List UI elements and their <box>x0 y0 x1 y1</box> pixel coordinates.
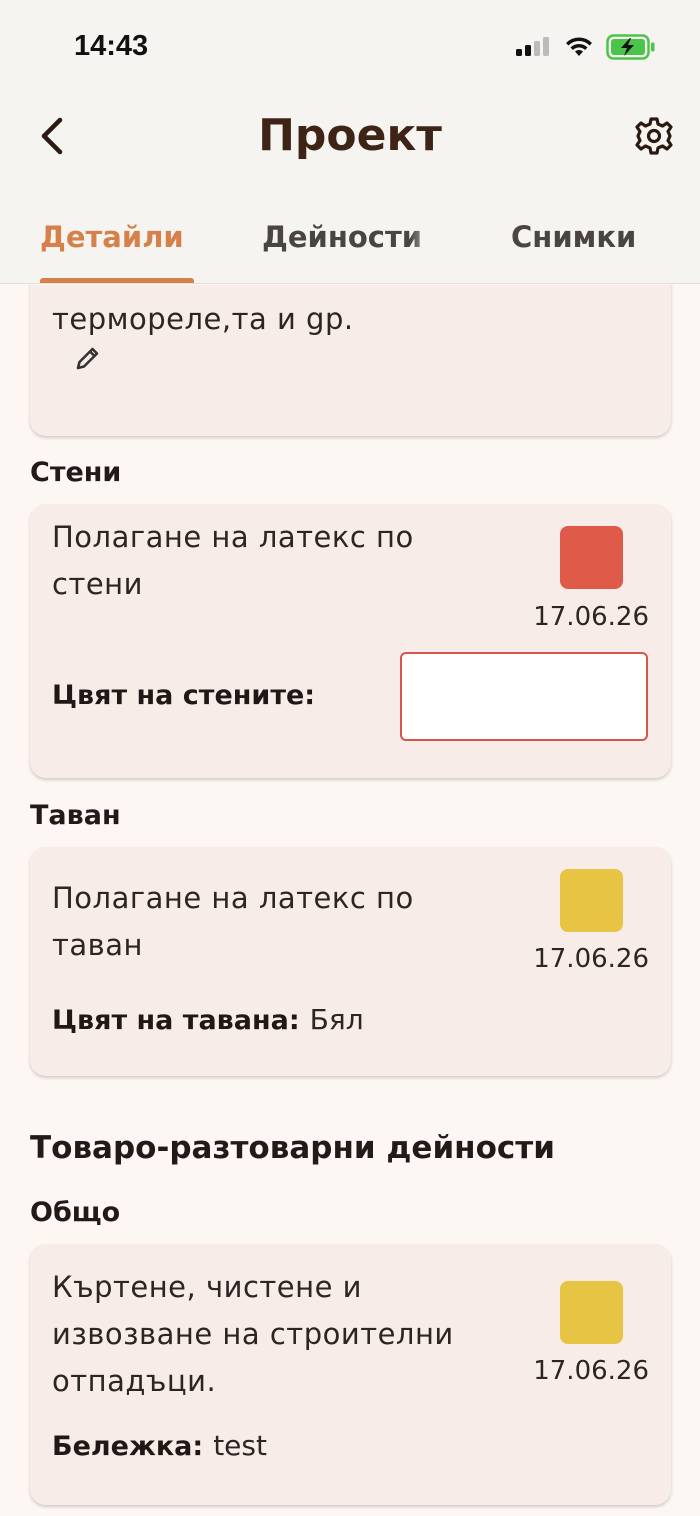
status-icons <box>516 34 656 60</box>
task-line: Къртене, чистене и <box>52 1270 362 1304</box>
ceiling-color-label: Цвят на тавана: <box>52 1005 300 1036</box>
status-bar: 14:43 <box>0 0 700 92</box>
note-row: Бележка: test <box>52 1429 267 1462</box>
wifi-icon <box>566 37 592 56</box>
status-indicator-yellow <box>560 869 623 932</box>
edit-description-button[interactable] <box>74 344 102 372</box>
signal-icon <box>516 37 549 56</box>
wall-color-label: Цвят на стените: <box>52 680 316 711</box>
task-line: таван <box>52 928 143 962</box>
tab-activities[interactable]: Дейности <box>262 220 422 284</box>
ceiling-color-row: Цвят на тавана: Бял <box>52 1003 364 1036</box>
task-card-general[interactable]: Къртене, чистене и извозване на строител… <box>30 1244 671 1505</box>
description-text: термореле,та и gр. <box>52 302 354 336</box>
tab-overflow-fade <box>410 200 450 283</box>
wall-color-input[interactable] <box>400 652 648 741</box>
wall-color-row: Цвят на стените: <box>52 680 315 711</box>
battery-charging-icon <box>606 34 655 60</box>
page-title: Проект <box>258 110 442 161</box>
tab-bar: Детайли Дейности Снимки <box>0 200 700 284</box>
task-date: 17.06.26 <box>533 1356 649 1386</box>
tab-photos[interactable]: Снимки <box>511 220 636 284</box>
task-text-ceiling: Полагане на латекс по таван <box>52 875 414 969</box>
task-text-general: Къртене, чистене и извозване на строител… <box>52 1264 454 1405</box>
section-label-general: Общо <box>30 1197 121 1228</box>
task-date: 17.06.26 <box>533 602 649 632</box>
task-card-walls[interactable]: Полагане на латекс по стени 17.06.26 Цвя… <box>30 504 671 778</box>
task-line: извозване на строителни <box>52 1317 454 1351</box>
tab-details[interactable]: Детайли <box>40 220 184 284</box>
status-time: 14:43 <box>74 30 149 62</box>
task-line: стени <box>52 567 143 601</box>
section-label-ceiling: Таван <box>30 800 121 831</box>
details-scroll-area[interactable]: термореле,та и gр. Стени Полагане на лат… <box>0 285 700 1516</box>
pencil-icon <box>76 347 99 370</box>
task-line: отпадъци. <box>52 1364 217 1398</box>
ceiling-color-value: Бял <box>309 1003 364 1036</box>
task-date: 17.06.26 <box>533 944 649 974</box>
settings-button[interactable] <box>634 116 674 156</box>
group-heading: Товаро-разтоварни дейности <box>30 1130 555 1166</box>
description-card: термореле,та и gр. <box>30 285 671 436</box>
task-line: Полагане на латекс по <box>52 881 414 915</box>
task-text-walls: Полагане на латекс по стени <box>52 514 414 608</box>
note-label: Бележка: <box>52 1431 204 1462</box>
active-tab-indicator <box>40 278 194 283</box>
note-value: test <box>213 1429 267 1462</box>
app-bar: Проект <box>0 92 700 200</box>
task-card-ceiling[interactable]: Полагане на латекс по таван 17.06.26 Цвя… <box>30 847 671 1076</box>
task-line: Полагане на латекс по <box>52 520 414 554</box>
section-label-walls: Стени <box>30 457 122 488</box>
gear-icon <box>635 117 673 155</box>
status-indicator-yellow <box>560 1281 623 1344</box>
status-indicator-red <box>560 526 623 589</box>
